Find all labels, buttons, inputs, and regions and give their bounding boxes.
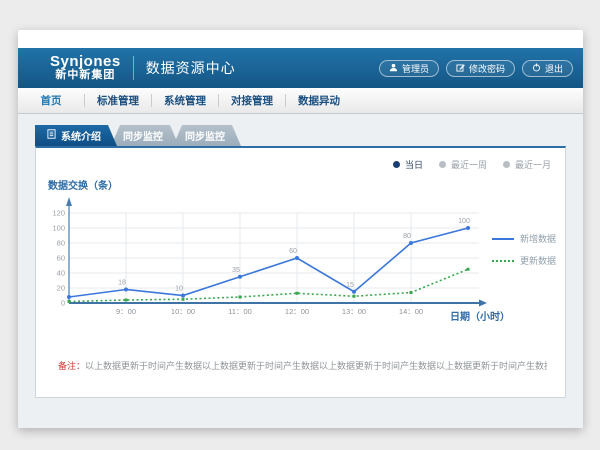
header-actions: 管理员 修改密码 退出 [379, 60, 573, 77]
radio-today[interactable]: 当日 [393, 158, 423, 171]
logo: Synjones 新中新集团 [50, 54, 121, 81]
user-button[interactable]: 管理员 [379, 60, 439, 77]
document-icon [47, 129, 56, 142]
app-window: Synjones 新中新集团 数据资源中心 管理员 修改密码 [18, 30, 583, 428]
logo-company: 新中新集团 [50, 70, 121, 82]
tab-sync-monitor-1[interactable]: 同步监控 [111, 125, 179, 146]
app-header: Synjones 新中新集团 数据资源中心 管理员 修改密码 [18, 48, 583, 88]
time-range-filter: 当日 最近一周 最近一月 [393, 158, 551, 171]
footnote: 备注：以上数据更新于时间产生数据以上数据更新于时间产生数据以上数据更新于时间产生… [58, 359, 547, 372]
logout-button[interactable]: 退出 [522, 60, 573, 77]
legend-label: 更新数据 [520, 254, 556, 267]
radio-dot-selected [393, 161, 400, 168]
user-button-label: 管理员 [402, 62, 429, 75]
svg-text:100: 100 [52, 224, 65, 233]
svg-text:15: 15 [346, 282, 354, 289]
svg-text:14：00: 14：00 [399, 307, 423, 316]
logo-brand: Synjones [50, 54, 121, 70]
line-chart: 0 20 40 60 80 100 120 9：00 10：00 11：00 12：00 13：00 1… [43, 193, 493, 321]
tab-system-intro[interactable]: 系统介绍 [35, 125, 117, 146]
edit-icon [456, 63, 465, 74]
radio-label: 最近一周 [451, 158, 487, 171]
footnote-text: 以上数据更新于时间产生数据以上数据更新于时间产生数据以上数据更新于时间产生数据以… [85, 361, 547, 371]
svg-text:20: 20 [57, 284, 65, 293]
tab-label: 同步监控 [185, 128, 225, 143]
svg-text:18: 18 [118, 280, 126, 287]
svg-text:12：00: 12：00 [285, 307, 309, 316]
content-area: 系统介绍 同步监控 同步监控 当日 最近一周 [18, 114, 583, 428]
y-axis-title: 数据交换（条） [48, 177, 118, 192]
dotted-line-icon [492, 260, 514, 262]
svg-text:80: 80 [403, 233, 411, 240]
nav-item-standard-mgmt[interactable]: 标准管理 [85, 93, 151, 108]
radio-last-month[interactable]: 最近一月 [503, 158, 551, 171]
svg-text:10: 10 [175, 286, 183, 293]
legend-item-update-data: 更新数据 [492, 254, 556, 267]
tab-sync-monitor-2[interactable]: 同步监控 [173, 125, 241, 146]
nav-item-data-change[interactable]: 数据异动 [286, 93, 352, 108]
svg-text:120: 120 [52, 209, 65, 218]
svg-text:80: 80 [57, 239, 65, 248]
tab-label: 系统介绍 [61, 128, 101, 143]
page-title: 数据资源中心 [146, 58, 236, 78]
svg-text:0: 0 [61, 299, 65, 308]
change-password-button[interactable]: 修改密码 [446, 60, 515, 77]
x-axis-title: 日期（小时） [450, 308, 510, 323]
nav-item-home[interactable]: 首页 [18, 93, 84, 108]
radio-dot [439, 161, 446, 168]
header-divider [133, 56, 134, 80]
user-icon [389, 63, 398, 74]
radio-dot [503, 161, 510, 168]
main-nav: 首页 标准管理 系统管理 对接管理 数据异动 [18, 88, 583, 114]
legend-label: 新增数据 [520, 232, 556, 245]
legend-item-new-data: 新增数据 [492, 232, 556, 245]
svg-text:60: 60 [57, 254, 65, 263]
radio-last-week[interactable]: 最近一周 [439, 158, 487, 171]
tab-bar: 系统介绍 同步监控 同步监控 [35, 125, 241, 146]
nav-item-system-mgmt[interactable]: 系统管理 [152, 93, 218, 108]
svg-text:60: 60 [289, 248, 297, 255]
tab-label: 同步监控 [123, 128, 163, 143]
svg-text:40: 40 [57, 269, 65, 278]
change-password-label: 修改密码 [469, 62, 505, 75]
svg-text:9：00: 9：00 [116, 307, 136, 316]
radio-label: 当日 [405, 158, 423, 171]
logout-label: 退出 [545, 62, 563, 75]
nav-item-interface-mgmt[interactable]: 对接管理 [219, 93, 285, 108]
svg-text:10：00: 10：00 [171, 307, 195, 316]
chart-legend: 新增数据 更新数据 [492, 232, 556, 267]
svg-text:13：00: 13：00 [342, 307, 366, 316]
svg-text:35: 35 [232, 267, 240, 274]
footnote-prefix: 备注： [58, 361, 85, 371]
solid-line-icon [492, 238, 514, 240]
svg-text:100: 100 [458, 218, 470, 225]
power-icon [532, 63, 541, 74]
radio-label: 最近一月 [515, 158, 551, 171]
chart-panel: 当日 最近一周 最近一月 数据交换（条） 0 20 40 60 80 100 120 9：00… [35, 146, 566, 398]
svg-text:11：00: 11：00 [228, 307, 252, 316]
